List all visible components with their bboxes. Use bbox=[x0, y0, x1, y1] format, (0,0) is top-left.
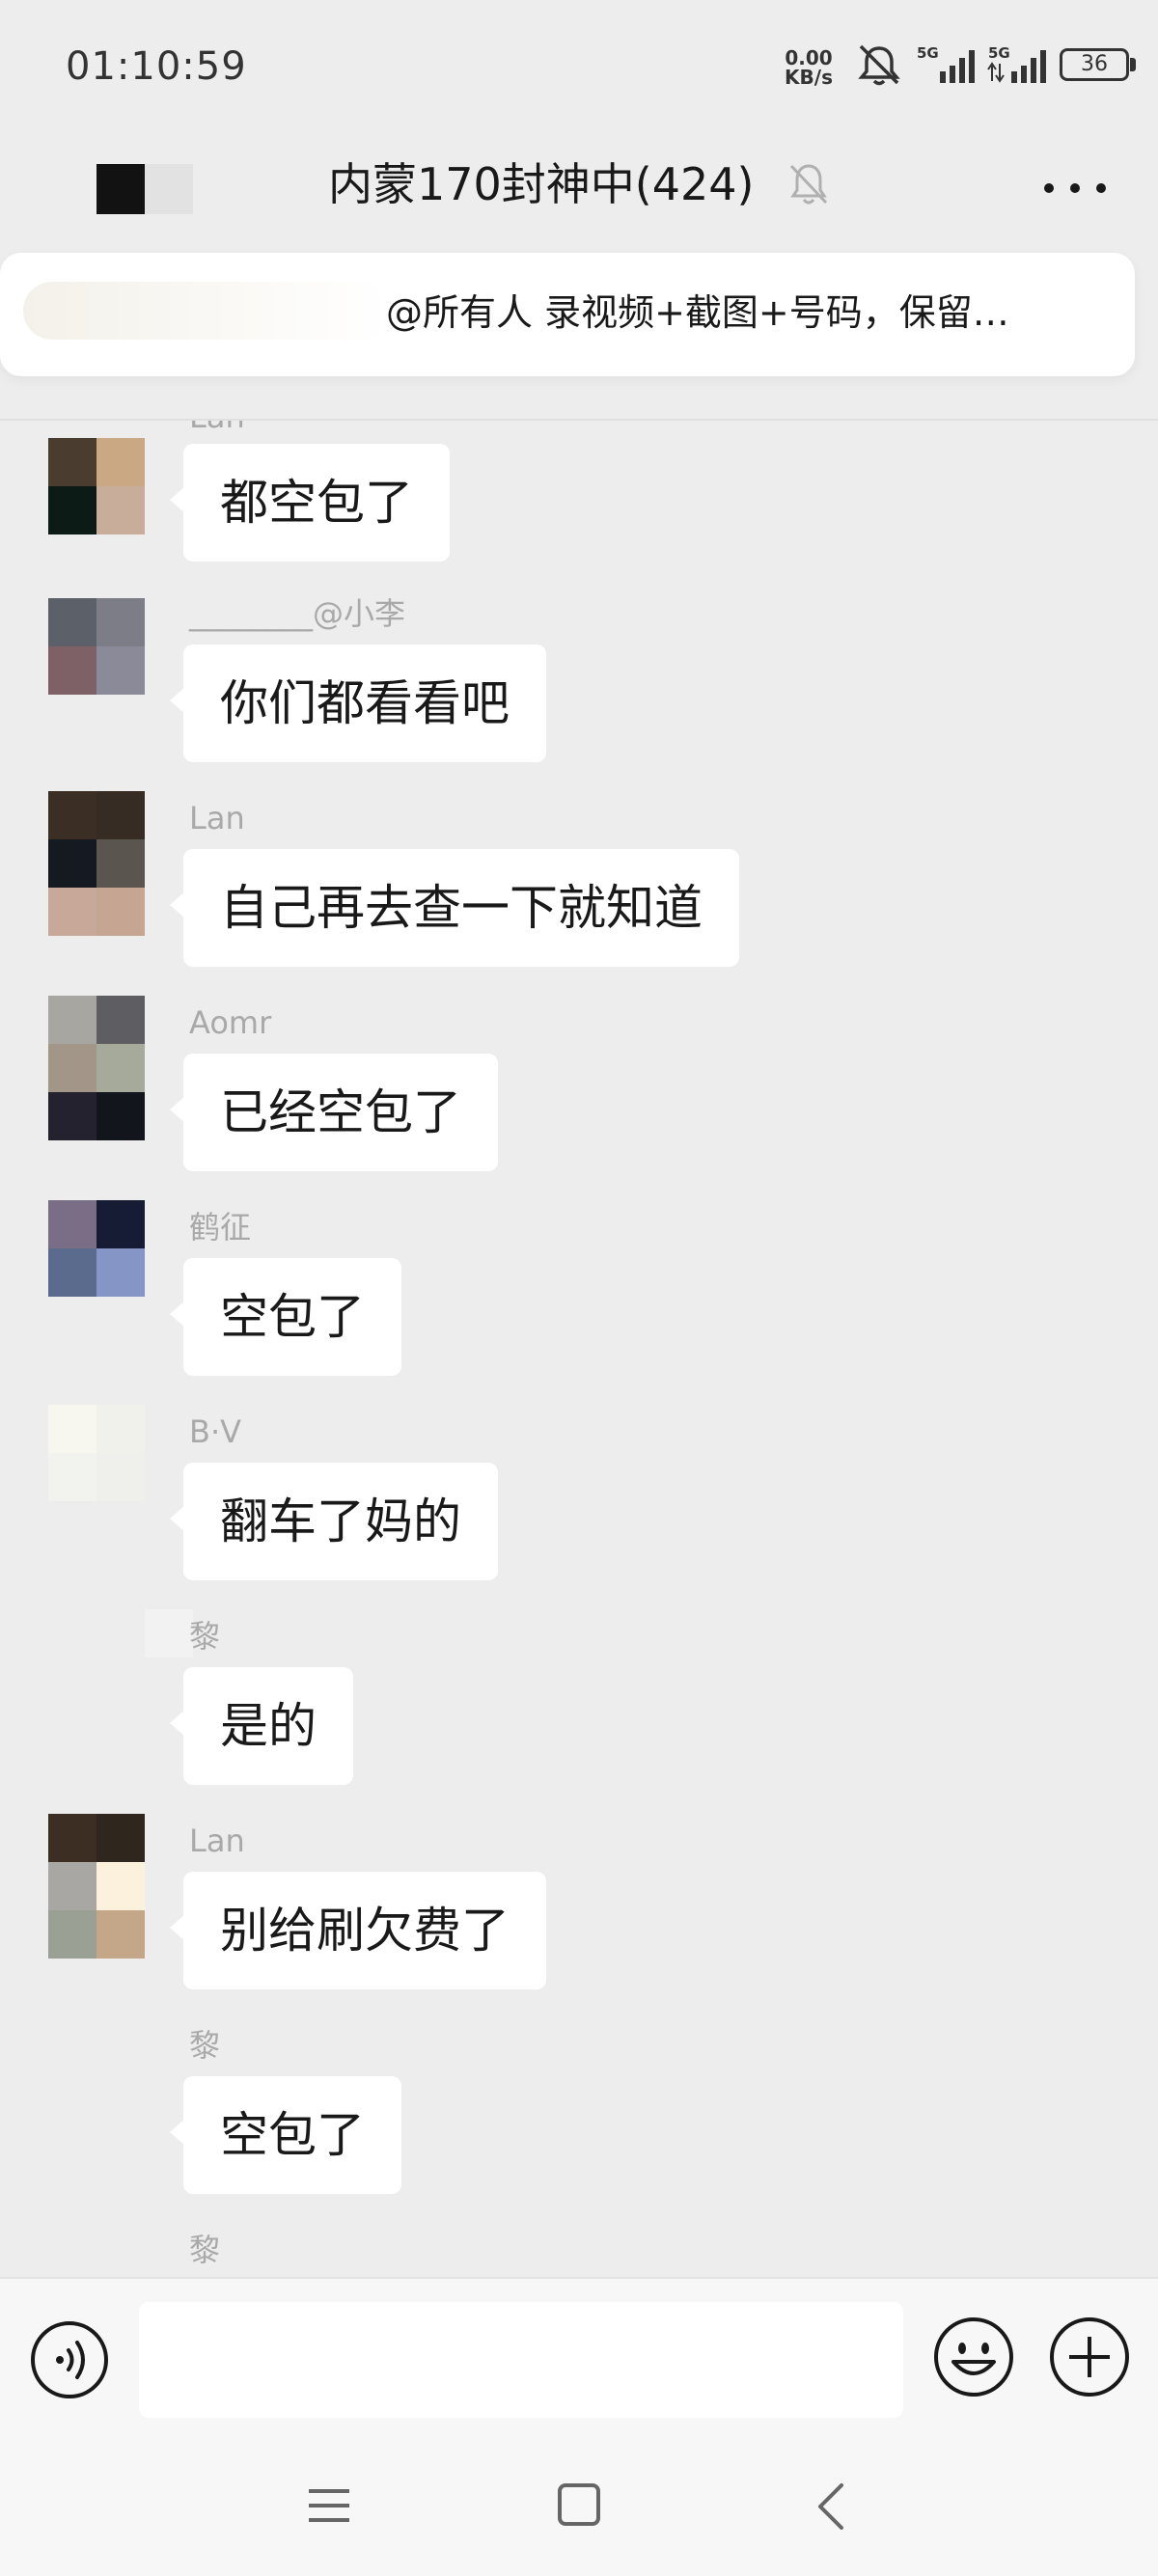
signal-5g-icon: 5G bbox=[987, 44, 1046, 83]
emoji-icon[interactable] bbox=[932, 2316, 1015, 2398]
battery-level: 36 bbox=[1081, 52, 1108, 76]
sender-name: 鹤征 bbox=[189, 1209, 252, 1246]
message-list[interactable]: Lan 都空包了 ________@小李 你们都看看吧 Lan 自己再去查一下就… bbox=[0, 421, 1158, 2277]
net-speed-value: 0.00 bbox=[785, 46, 833, 69]
network-label-1: 5G bbox=[917, 44, 939, 62]
avatar[interactable] bbox=[48, 598, 145, 695]
status-time: 01:10:59 bbox=[66, 44, 247, 89]
signal-5g-icon: 5G bbox=[917, 44, 975, 83]
sender-name: Lan bbox=[189, 421, 245, 436]
mute-bell-icon bbox=[858, 44, 900, 86]
back-button[interactable] bbox=[96, 164, 193, 214]
sender-name: 黎 bbox=[189, 1618, 221, 1655]
message-bubble[interactable]: 别给刷欠费了 bbox=[170, 1872, 546, 1989]
status-bar: 01:10:59 0.00 KB/s 5G 5G 36 bbox=[0, 0, 1158, 135]
net-speed-unit: KB/s bbox=[785, 66, 833, 89]
home-icon[interactable] bbox=[554, 2480, 604, 2530]
message-bubble[interactable]: 你们都看看吧 bbox=[170, 644, 546, 762]
message-input[interactable] bbox=[139, 2302, 903, 2418]
avatar[interactable] bbox=[48, 996, 145, 1140]
sender-name: Lan bbox=[189, 1822, 245, 1859]
plus-icon[interactable] bbox=[1048, 2316, 1131, 2398]
message-bubble[interactable]: 是的 bbox=[170, 1667, 353, 1785]
message-bubble[interactable]: 已经空包了 bbox=[170, 1054, 498, 1171]
input-bar bbox=[0, 2277, 1158, 2441]
chat-title: 内蒙170封神中(424) bbox=[328, 158, 755, 210]
message-bubble[interactable]: 都空包了 bbox=[170, 444, 450, 562]
message-bubble[interactable]: 自己再去查一下就知道 bbox=[170, 849, 739, 967]
message-bubble[interactable]: 空包了 bbox=[170, 1258, 401, 1376]
sender-name: 黎 bbox=[189, 2027, 221, 2064]
muted-bell-icon bbox=[789, 164, 828, 205]
avatar[interactable] bbox=[48, 1405, 145, 1501]
title-bar: 内蒙170封神中(424) bbox=[0, 135, 1158, 251]
message-bubble[interactable]: 空包了 bbox=[170, 2076, 401, 2194]
avatar[interactable] bbox=[48, 438, 145, 534]
avatar[interactable] bbox=[48, 1814, 145, 1959]
sender-name: Aomr bbox=[189, 1004, 272, 1041]
voice-icon[interactable] bbox=[29, 2319, 110, 2400]
pinned-text: @所有人 录视频+截图+号码，保留… bbox=[386, 291, 1009, 334]
net-speed: 0.00 KB/s bbox=[780, 48, 838, 87]
sender-name: ________@小李 bbox=[189, 595, 406, 632]
pinned-blur bbox=[23, 282, 390, 340]
back-icon[interactable] bbox=[807, 2480, 855, 2534]
nav-bar bbox=[0, 2441, 1158, 2576]
more-options-button[interactable] bbox=[1044, 164, 1106, 212]
avatar[interactable] bbox=[48, 1200, 145, 1297]
menu-icon[interactable] bbox=[305, 2481, 353, 2530]
message-bubble[interactable]: 翻车了妈的 bbox=[170, 1463, 498, 1580]
pinned-announcement[interactable]: @所有人 录视频+截图+号码，保留… bbox=[0, 253, 1135, 376]
more-dots-icon bbox=[1044, 183, 1054, 193]
battery-icon: 36 bbox=[1060, 48, 1137, 83]
sender-name: 黎 bbox=[189, 2232, 221, 2268]
network-label-2: 5G bbox=[988, 44, 1010, 62]
avatar[interactable] bbox=[145, 1609, 193, 1658]
sender-name: Lan bbox=[189, 800, 245, 836]
sender-name: B·V bbox=[189, 1413, 242, 1450]
avatar[interactable] bbox=[48, 791, 145, 936]
